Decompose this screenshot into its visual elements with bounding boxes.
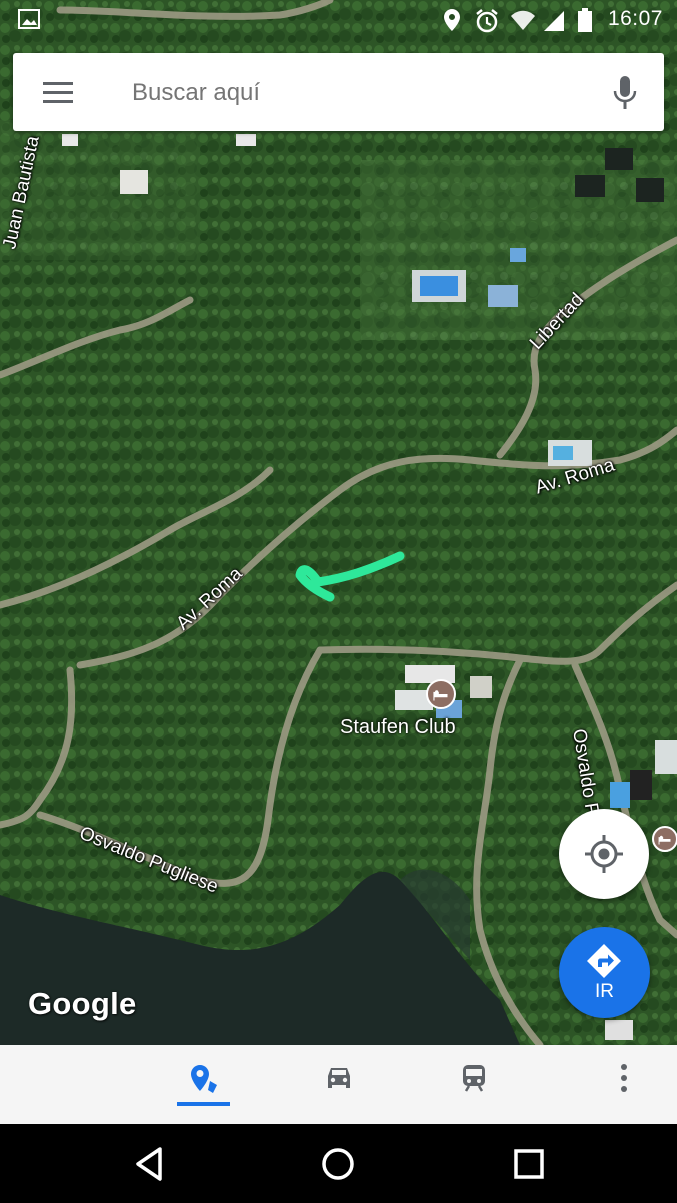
android-nav-bar <box>0 1124 677 1203</box>
signal-icon <box>544 11 564 31</box>
tab-explore[interactable] <box>164 1045 244 1124</box>
tab-driving[interactable] <box>298 1045 378 1124</box>
battery-icon <box>578 8 592 32</box>
google-logo: Google <box>28 986 137 1021</box>
train-icon <box>463 1065 485 1092</box>
more-vertical-icon <box>621 1064 627 1092</box>
recents-icon[interactable] <box>508 1143 550 1185</box>
hotel-icon[interactable] <box>652 826 677 852</box>
microphone-icon[interactable] <box>612 75 638 111</box>
alarm-icon <box>476 9 498 33</box>
search-input[interactable]: Buscar aquí <box>132 79 260 107</box>
explore-pin-icon <box>191 1065 217 1093</box>
search-bar[interactable]: Buscar aquí <box>13 53 664 131</box>
hotel-icon[interactable] <box>426 679 456 709</box>
directions-icon <box>587 944 621 978</box>
tab-transit[interactable] <box>433 1045 513 1124</box>
status-time: 16:07 <box>607 7 663 30</box>
image-icon <box>18 9 40 29</box>
back-icon[interactable] <box>128 1143 170 1185</box>
car-icon <box>328 1068 350 1088</box>
poi-label[interactable]: Staufen Club <box>340 716 456 739</box>
more-options-button[interactable] <box>584 1045 664 1124</box>
go-button-label: IR <box>595 981 614 1002</box>
status-bar: 16:07 <box>0 0 677 40</box>
wifi-icon <box>511 10 535 30</box>
active-tab-indicator <box>177 1102 230 1106</box>
my-location-icon <box>585 835 623 873</box>
location-icon <box>444 9 460 31</box>
bottom-tab-bar <box>0 1045 677 1124</box>
hamburger-menu-icon[interactable] <box>41 79 75 107</box>
my-location-button[interactable] <box>559 809 649 899</box>
go-directions-button[interactable]: IR <box>559 927 650 1018</box>
home-icon[interactable] <box>317 1143 359 1185</box>
